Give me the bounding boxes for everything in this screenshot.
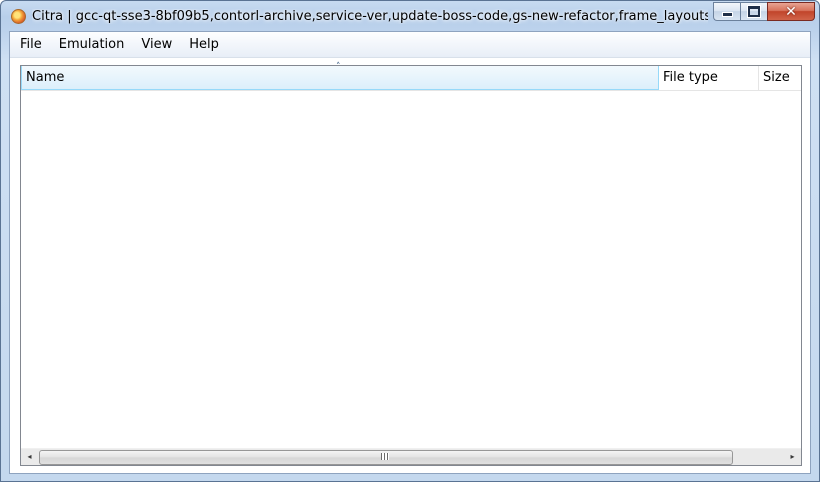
window-title: Citra | gcc-qt-sse3-8bf09b5,contorl-arch… xyxy=(32,9,708,24)
scroll-left-button[interactable]: ◂ xyxy=(21,449,38,465)
sort-ascending-icon: ˄ xyxy=(336,62,341,72)
column-header-name-label: Name xyxy=(26,70,65,85)
chevron-left-icon: ◂ xyxy=(27,452,32,461)
column-header-file-type[interactable]: File type xyxy=(659,66,759,90)
column-header-file-type-label: File type xyxy=(663,70,718,85)
scrollbar-thumb[interactable] xyxy=(39,450,733,465)
horizontal-scrollbar[interactable]: ◂ ▸ xyxy=(21,448,801,465)
maximize-icon xyxy=(748,6,760,17)
game-list-header: ˄ Name File type Size xyxy=(21,62,801,91)
scroll-right-button[interactable]: ▸ xyxy=(784,449,801,465)
chevron-right-icon: ▸ xyxy=(790,452,795,461)
menu-bar: File Emulation View Help xyxy=(10,32,810,58)
column-header-size-label: Size xyxy=(763,70,790,85)
citra-app-icon[interactable] xyxy=(11,9,26,24)
maximize-button[interactable] xyxy=(740,2,767,21)
menu-view[interactable]: View xyxy=(133,32,180,57)
menu-help[interactable]: Help xyxy=(181,32,227,57)
column-header-size[interactable]: Size xyxy=(759,66,801,90)
caption-buttons: ✕ xyxy=(713,2,815,22)
menu-file[interactable]: File xyxy=(12,32,50,57)
client-area: File Emulation View Help ˄ Name File typ… xyxy=(9,31,811,474)
close-icon: ✕ xyxy=(785,3,797,20)
game-list[interactable]: ˄ Name File type Size ◂ ▸ xyxy=(20,62,802,466)
column-header-name[interactable]: ˄ Name xyxy=(21,62,659,90)
minimize-icon xyxy=(721,12,733,17)
citra-main-window: Citra | gcc-qt-sse3-8bf09b5,contorl-arch… xyxy=(0,0,820,482)
title-bar[interactable]: Citra | gcc-qt-sse3-8bf09b5,contorl-arch… xyxy=(1,1,819,31)
minimize-button[interactable] xyxy=(713,2,740,21)
menu-emulation[interactable]: Emulation xyxy=(51,32,133,57)
grip-icon xyxy=(381,453,389,460)
close-button[interactable]: ✕ xyxy=(767,2,815,21)
